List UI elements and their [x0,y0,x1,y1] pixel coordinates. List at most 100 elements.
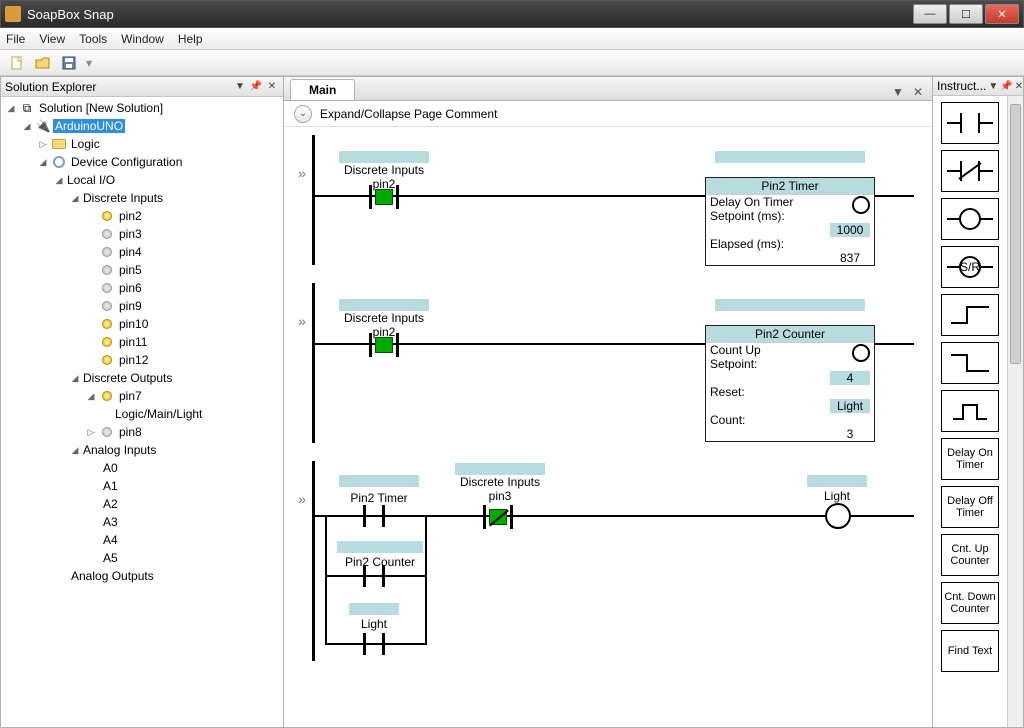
nc-contact[interactable] [483,505,513,529]
expand-collapse-label: Expand/Collapse Page Comment [320,107,497,121]
editor-dropdown-icon[interactable]: ▼ [890,84,906,100]
open-button[interactable] [32,53,54,73]
palette-coil[interactable] [941,198,999,240]
tree-pin7[interactable]: pin7 [117,389,144,403]
folder-icon [52,139,66,149]
palette-delay-on-timer[interactable]: Delay On Timer [941,438,999,480]
timer-setpoint-label: Setpoint (ms): [710,209,870,223]
close-button[interactable]: ✕ [985,4,1019,24]
tree-pin6[interactable]: pin6 [117,281,144,295]
palette-count-up[interactable]: Cnt. Up Counter [941,534,999,576]
ladder-rung[interactable]: » Discrete Inputs pin2 Pin2 Timer Delay … [292,135,914,265]
tree-pin5[interactable]: pin5 [117,263,144,277]
tree-pin2[interactable]: pin2 [117,209,144,223]
instruction-palette-title: Instruct... [937,79,986,93]
output-coil[interactable] [825,503,851,529]
tree-device[interactable]: ArduinoUNO [53,119,125,133]
no-contact[interactable] [359,633,389,655]
tree-pin7-path[interactable]: Logic/Main/Light [113,407,204,421]
maximize-button[interactable]: ☐ [949,4,983,24]
timer-instruction[interactable]: Pin2 Timer Delay On Timer Setpoint (ms):… [705,177,875,266]
tree-logic[interactable]: Logic [69,137,102,151]
tree-analog-outputs[interactable]: Analog Outputs [69,569,156,583]
expand-collapse-row[interactable]: ⌄ Expand/Collapse Page Comment [284,101,932,127]
tree-pin10[interactable]: pin10 [117,317,150,331]
ladder-canvas[interactable]: » Discrete Inputs pin2 Pin2 Timer Delay … [284,127,932,727]
palette-pulse[interactable] [941,390,999,432]
tree-discrete-outputs[interactable]: Discrete Outputs [81,371,174,385]
panel-dropdown-icon[interactable]: ▼ [988,79,998,93]
solution-explorer-header: Solution Explorer ▼ 📌 ✕ [1,77,283,97]
series-contact-group: Discrete Inputs [455,475,545,489]
panel-dropdown-icon[interactable]: ▼ [233,80,247,94]
menu-view[interactable]: View [39,32,65,46]
tree-pin3[interactable]: pin3 [117,227,144,241]
solution-tree[interactable]: ◢⧉Solution [New Solution] ◢🔌ArduinoUNO ▷… [1,97,283,595]
tree-a5[interactable]: A5 [101,551,120,565]
tree-device-config[interactable]: Device Configuration [69,155,184,169]
palette-count-down[interactable]: Cnt. Down Counter [941,582,999,624]
tab-main[interactable]: Main [290,79,355,100]
no-contact[interactable] [359,565,389,587]
menu-file[interactable]: File [6,32,25,46]
tree-a4[interactable]: A4 [101,533,120,547]
tree-analog-inputs[interactable]: Analog Inputs [81,443,158,457]
timer-elapsed-value: 837 [830,251,870,265]
panel-pin-icon[interactable]: 📌 [1000,79,1012,93]
palette-scrollbar[interactable] [1007,96,1023,727]
rung-add-icon[interactable]: » [292,461,312,507]
tree-a1[interactable]: A1 [101,479,120,493]
new-button[interactable] [6,53,28,73]
solution-icon: ⧉ [19,101,35,115]
menu-tools[interactable]: Tools [79,32,107,46]
instruction-palette-panel: Instruct... ▼ 📌 ✕ S/R Delay On Timer Del… [932,76,1024,728]
save-button[interactable] [58,53,80,73]
palette-find-text[interactable]: Find Text [941,630,999,672]
rung-add-icon[interactable]: » [292,283,312,329]
tree-pin4[interactable]: pin4 [117,245,144,259]
contact-header [339,151,429,163]
palette-no-contact[interactable] [941,102,999,144]
ladder-rung[interactable]: » Discrete Inputs pin2 Pin2 Counter Coun… [292,283,914,443]
menu-help[interactable]: Help [178,32,203,46]
scrollbar-thumb[interactable] [1010,104,1021,364]
panel-close-icon[interactable]: ✕ [1015,79,1023,93]
tree-a0[interactable]: A0 [101,461,120,475]
palette-falling-edge[interactable] [941,342,999,384]
tree-solution[interactable]: Solution [New Solution] [37,101,165,115]
svg-text:S/R: S/R [960,260,980,274]
no-contact[interactable] [369,333,399,357]
no-contact[interactable] [369,185,399,209]
bulb-icon [102,283,112,293]
minimize-button[interactable]: — [913,4,947,24]
contact-header [455,463,545,475]
menu-window[interactable]: Window [121,32,164,46]
tree-a2[interactable]: A2 [101,497,120,511]
bulb-icon [102,229,112,239]
palette-delay-off-timer[interactable]: Delay Off Timer [941,486,999,528]
tree-a3[interactable]: A3 [101,515,120,529]
instruction-header [715,299,865,311]
counter-instruction[interactable]: Pin2 Counter Count Up Setpoint: 4 Reset:… [705,325,875,442]
ladder-rung[interactable]: » Pin2 Timer Discrete Inputs pin3 [292,461,914,661]
panel-pin-icon[interactable]: 📌 [249,80,263,94]
palette-rising-edge[interactable] [941,294,999,336]
tree-pin9[interactable]: pin9 [117,299,144,313]
tree-pin8[interactable]: pin8 [117,425,144,439]
no-contact[interactable] [359,505,389,527]
editor-tabstrip: Main ▼ ✕ [284,77,932,101]
tree-pin11[interactable]: pin11 [117,335,149,349]
toolbar-dropdown[interactable]: ▾ [84,53,94,73]
tree-pin12[interactable]: pin12 [117,353,150,367]
editor-close-tab-icon[interactable]: ✕ [910,84,926,100]
rung-add-icon[interactable]: » [292,135,312,181]
palette-sr-coil[interactable]: S/R [941,246,999,288]
palette-nc-contact[interactable] [941,150,999,192]
tree-local-io[interactable]: Local I/O [65,173,117,187]
tree-discrete-inputs[interactable]: Discrete Inputs [81,191,165,205]
chevron-down-icon[interactable]: ⌄ [294,105,312,123]
instruction-header [715,151,865,163]
panel-close-icon[interactable]: ✕ [265,80,279,94]
timer-title: Pin2 Timer [706,178,874,195]
contact-header [349,603,399,615]
